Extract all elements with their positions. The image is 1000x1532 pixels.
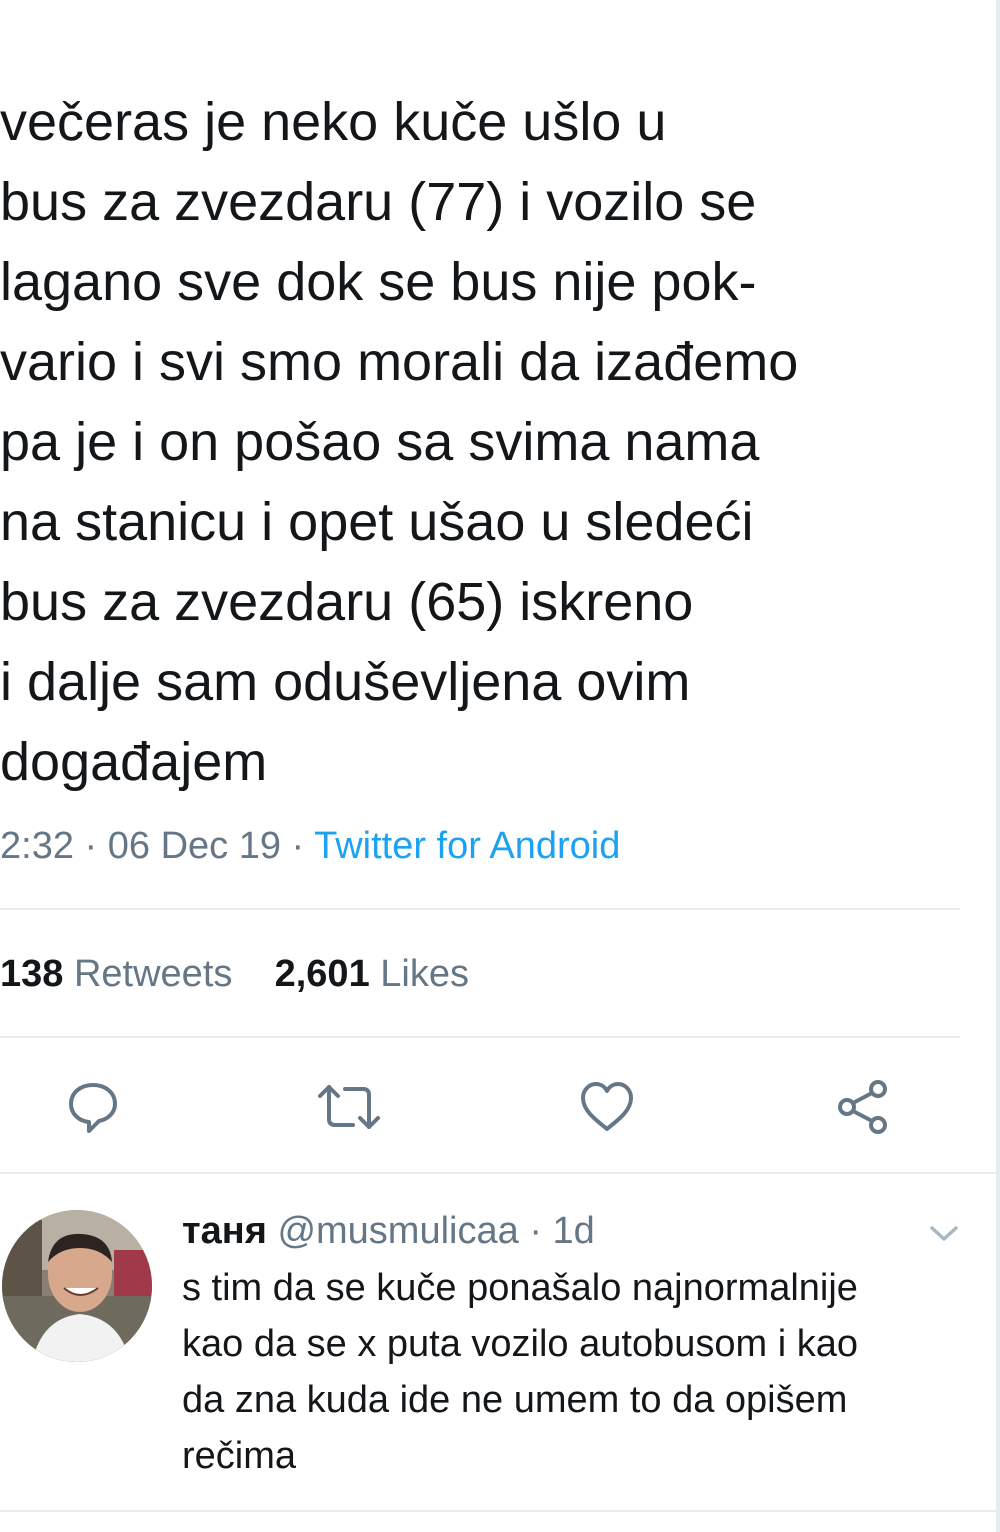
reply-separator: · [529, 1210, 542, 1252]
divider [0, 1172, 1000, 1174]
tweet-time: 2:32 [0, 825, 74, 867]
reply-age: 1d [552, 1210, 595, 1252]
tweet-text-line: bus za zvezdaru (77) i vozilo se [0, 172, 757, 232]
likes-label: Likes [380, 953, 469, 995]
tweet-text-line: lagano sve dok se bus nije pok- [0, 252, 757, 312]
tweet-text-line: na stanicu i opet ušao u sledeći [0, 492, 754, 552]
tweet-date: 06 Dec 19 [107, 825, 281, 867]
heart-icon [581, 1082, 633, 1131]
reply-text-line: kao da se x puta vozilo autobusom i kao [182, 1323, 858, 1365]
meta-separator: · [291, 825, 305, 867]
divider [0, 908, 960, 910]
reply-text-line: da zna kuda ide ne umem to da opišem [182, 1379, 848, 1421]
tweet-text: večeras je neko kuče ušlo u bus za zvezd… [0, 82, 960, 802]
tweet-text-line: i dalje sam oduševljena ovim [0, 652, 691, 712]
retweet-button[interactable] [314, 1072, 384, 1142]
tweet-text-line: pa je i on pošao sa svima nama [0, 412, 760, 472]
reply-header: таня @musmulicaa · 1d [182, 1206, 595, 1256]
right-edge-border [996, 0, 1000, 1532]
avatar-photo [2, 1210, 152, 1362]
reply-text-line: s tim da se kuče ponašalo najnormalnije [182, 1267, 858, 1309]
likes-count: 2,601 [274, 953, 370, 995]
tweet-text-line: vario i svi smo morali da izađemo [0, 332, 799, 392]
tweet-text-line: događajem [0, 732, 268, 792]
reply-handle[interactable]: @musmulicaa [277, 1210, 518, 1252]
avatar[interactable] [2, 1210, 152, 1362]
reply-button[interactable] [58, 1072, 128, 1142]
reply-display-name[interactable]: таня [182, 1210, 267, 1252]
tweet-text-line: večeras je neko kuče ušlo u [0, 92, 667, 152]
retweets-label: Retweets [73, 953, 233, 995]
reply-text-line: rečima [182, 1435, 297, 1477]
retweet-icon [318, 1085, 380, 1129]
tweet-text-line: bus za zvezdaru (65) iskreno [0, 572, 694, 632]
divider [0, 1036, 960, 1038]
retweets-stat[interactable]: 138 Retweets [0, 953, 232, 995]
likes-stat[interactable]: 2,601 Likes [275, 953, 469, 995]
tweet-stats: 138 Retweets 2,601 Likes [0, 948, 469, 1000]
retweets-count: 138 [0, 953, 64, 995]
meta-separator: · [84, 825, 98, 867]
tweet-source-link[interactable]: Twitter for Android [314, 825, 620, 867]
chevron-down-icon [930, 1226, 958, 1241]
share-icon [838, 1080, 887, 1134]
like-button[interactable] [572, 1072, 642, 1142]
tweet-actions [0, 1072, 1000, 1142]
speech-bubble-icon [69, 1083, 117, 1133]
share-button[interactable] [828, 1072, 898, 1142]
tweet-meta: 2:32 · 06 Dec 19 · Twitter for Android [0, 820, 620, 872]
reply-text: s tim da se kuče ponašalo najnormalnije … [182, 1260, 962, 1484]
reply-menu-button[interactable] [926, 1218, 962, 1248]
divider [0, 1510, 1000, 1512]
